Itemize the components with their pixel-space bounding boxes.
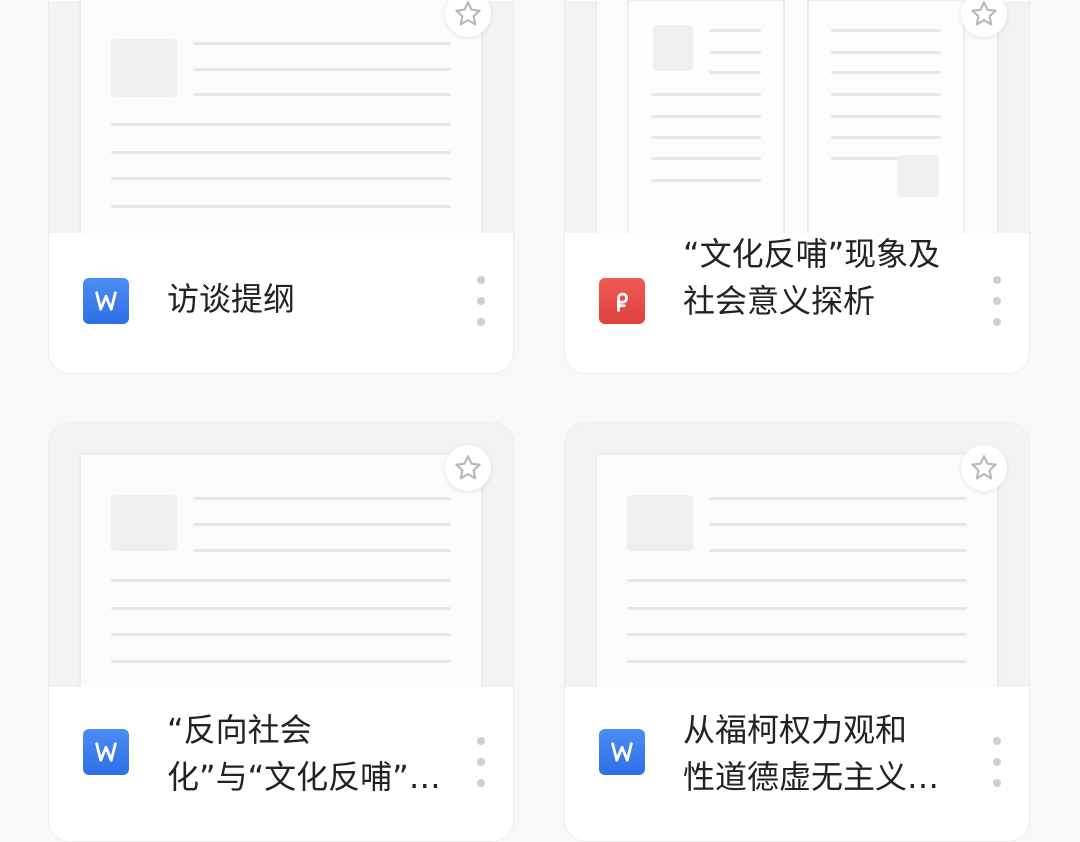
file-title: “反向社会 化”与“文化反哺”… [167,711,441,796]
file-card-footer: “文化反哺”现象及 社会意义探析 [565,233,1029,373]
file-thumbnail [49,423,513,687]
word-icon [599,729,645,775]
more-options-icon[interactable] [471,737,491,787]
file-thumbnail [565,423,1029,687]
file-title: 访谈提纲 [167,280,296,318]
pdf-icon [599,278,645,324]
file-title: “文化反哺”现象及 社会意义探析 [683,235,941,320]
favorite-star-icon[interactable] [961,445,1007,491]
more-options-icon[interactable] [471,276,491,326]
favorite-star-icon[interactable] [445,445,491,491]
more-options-icon[interactable] [987,276,1007,326]
file-card-2[interactable]: “文化反哺”现象及 社会意义探析 [564,0,1030,374]
file-card-footer: 从福柯权力观和 性道德虚无主义… [565,687,1029,841]
file-card-4[interactable]: 从福柯权力观和 性道德虚无主义… [564,422,1030,842]
more-options-icon[interactable] [987,737,1007,787]
file-title: 从福柯权力观和 性道德虚无主义… [683,711,940,796]
file-card-footer: “反向社会 化”与“文化反哺”… [49,687,513,841]
word-icon [83,278,129,324]
file-card-1[interactable]: 访谈提纲 [48,0,514,374]
file-card-footer: 访谈提纲 [49,233,513,373]
word-icon [83,729,129,775]
file-thumbnail [49,0,513,233]
file-thumbnail [565,0,1029,233]
file-card-3[interactable]: “反向社会 化”与“文化反哺”… [48,422,514,842]
